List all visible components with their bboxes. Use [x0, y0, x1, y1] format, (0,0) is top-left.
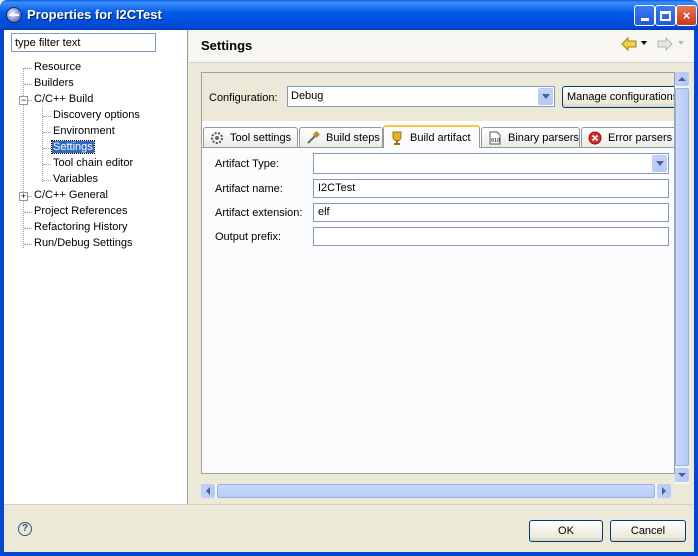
tree-line	[43, 132, 51, 133]
scroll-down-button[interactable]	[675, 468, 689, 482]
configuration-combo[interactable]: Debug	[287, 86, 555, 107]
configuration-value: Debug	[291, 90, 324, 102]
scroll-right-button[interactable]	[657, 484, 671, 498]
tree-line	[43, 164, 51, 165]
window-frame-bottom	[0, 552, 698, 556]
tree-item-cpp-general[interactable]: C/C++ General	[33, 188, 109, 203]
tab-binary-parsers[interactable]: 010 Binary parsers	[481, 127, 580, 147]
chevron-down-icon[interactable]	[538, 88, 553, 105]
cancel-button[interactable]: Cancel	[610, 520, 686, 542]
tree-line	[24, 244, 32, 245]
tree-item-variables[interactable]: Variables	[52, 172, 99, 187]
artifact-name-field[interactable]: I2CTest	[313, 179, 669, 198]
arrow-right-icon	[662, 487, 666, 495]
properties-page: Settings Configuration: Debug Manage con…	[189, 30, 694, 504]
maximize-button[interactable]	[655, 5, 676, 26]
back-arrow-icon[interactable]	[621, 37, 637, 51]
arrow-up-icon	[678, 77, 686, 81]
artifact-extension-field[interactable]: elf	[313, 203, 669, 222]
ok-button[interactable]: OK	[529, 520, 603, 542]
output-prefix-label: Output prefix:	[215, 231, 282, 243]
scroll-left-button[interactable]	[201, 484, 215, 498]
tab-build-steps[interactable]: Build steps	[299, 127, 383, 147]
tab-build-artifact[interactable]: Build artifact	[383, 125, 480, 148]
page-title: Settings	[201, 38, 253, 53]
tree-line	[28, 100, 32, 101]
artifact-type-combo[interactable]	[313, 153, 669, 174]
build-artifact-icon	[392, 131, 402, 145]
build-steps-icon	[307, 130, 320, 144]
back-dropdown-icon[interactable]	[641, 41, 647, 45]
eclipse-icon	[6, 7, 22, 23]
tree-item-builders[interactable]: Builders	[33, 76, 75, 91]
tree-item-run-debug-settings[interactable]: Run/Debug Settings	[33, 236, 133, 251]
help-icon[interactable]: ?	[18, 522, 32, 536]
tree-item-resource[interactable]: Resource	[33, 60, 82, 75]
artifact-extension-label: Artifact extension:	[215, 207, 303, 219]
tree-item-discovery-options[interactable]: Discovery options	[52, 108, 141, 123]
output-prefix-field[interactable]	[313, 227, 669, 246]
tree-item-settings[interactable]: Settings	[51, 140, 95, 155]
forward-dropdown-icon[interactable]	[678, 41, 684, 45]
svg-text:010: 010	[491, 138, 500, 144]
expand-icon[interactable]: +	[19, 192, 28, 201]
close-button[interactable]: ×	[676, 5, 697, 26]
minimize-button[interactable]	[634, 5, 655, 26]
chevron-down-icon[interactable]	[652, 155, 667, 172]
minimize-icon	[640, 18, 649, 21]
tree-line	[28, 196, 32, 197]
tree-item-project-references[interactable]: Project References	[33, 204, 129, 219]
forward-arrow-icon[interactable]	[657, 37, 673, 51]
tree-line	[24, 84, 32, 85]
horizontal-scroll-thumb[interactable]	[217, 484, 655, 498]
collapse-icon[interactable]: −	[19, 96, 28, 105]
vertical-scroll-thumb[interactable]	[675, 88, 689, 466]
arrow-down-icon	[678, 473, 686, 477]
tree-item-cpp-build[interactable]: C/C++ Build	[33, 92, 94, 107]
arrow-left-icon	[206, 487, 210, 495]
settings-content: Configuration: Debug Manage configuratio…	[201, 72, 675, 474]
tree-line	[43, 116, 51, 117]
navigation-pane: Resource Builders − C/C++ Build Discover…	[4, 30, 188, 504]
tree-line	[24, 68, 32, 69]
tree-item-tool-chain-editor[interactable]: Tool chain editor	[52, 156, 134, 171]
maximize-icon	[660, 10, 671, 21]
manage-configurations-button[interactable]: Manage configurations...	[562, 86, 674, 108]
window-title: Properties for I2CTest	[27, 7, 162, 22]
error-icon	[588, 131, 602, 144]
tab-bar: Tool settings Build steps Build artifact	[202, 125, 674, 148]
tab-tool-settings[interactable]: Tool settings	[203, 127, 298, 147]
filter-input[interactable]	[11, 33, 156, 52]
window-frame-right	[694, 30, 698, 556]
dialog-button-bar: ? OK Cancel	[4, 504, 694, 552]
title-bar[interactable]: Properties for I2CTest ×	[0, 0, 698, 30]
configuration-bar: Configuration: Debug Manage configuratio…	[202, 73, 674, 121]
tree-line	[43, 148, 51, 149]
artifact-type-label: Artifact Type:	[215, 158, 279, 170]
scroll-up-button[interactable]	[675, 72, 689, 86]
build-artifact-panel: Artifact Type: Artifact name: I2CTest Ar…	[202, 147, 674, 473]
horizontal-scrollbar[interactable]	[201, 484, 671, 498]
tree-line	[24, 228, 32, 229]
tree-line	[24, 212, 32, 213]
configuration-label: Configuration:	[209, 92, 278, 104]
tree-item-refactoring-history[interactable]: Refactoring History	[33, 220, 129, 235]
artifact-name-label: Artifact name:	[215, 183, 283, 195]
tree-line	[42, 107, 43, 182]
vertical-scrollbar[interactable]	[675, 72, 689, 484]
binary-file-icon: 010	[489, 131, 501, 144]
tool-settings-icon	[211, 131, 223, 144]
tree-item-environment[interactable]: Environment	[52, 124, 116, 139]
close-icon: ×	[682, 8, 691, 23]
page-header: Settings	[189, 30, 694, 63]
tree-line	[43, 180, 51, 181]
tab-error-parsers[interactable]: Error parsers	[581, 127, 674, 147]
